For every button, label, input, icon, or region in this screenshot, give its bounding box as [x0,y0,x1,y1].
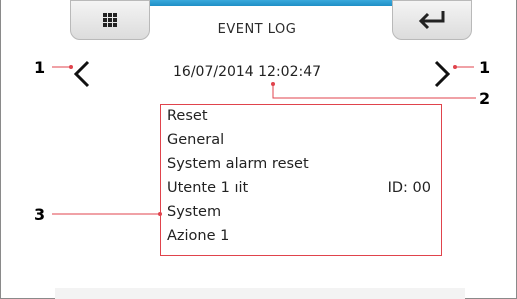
callout-leaders [52,65,476,216]
callout-2: 2 [479,89,491,108]
callout-1-right: 1 [479,58,491,77]
callout-3: 3 [34,205,46,224]
callout-1-left: 1 [34,58,46,77]
